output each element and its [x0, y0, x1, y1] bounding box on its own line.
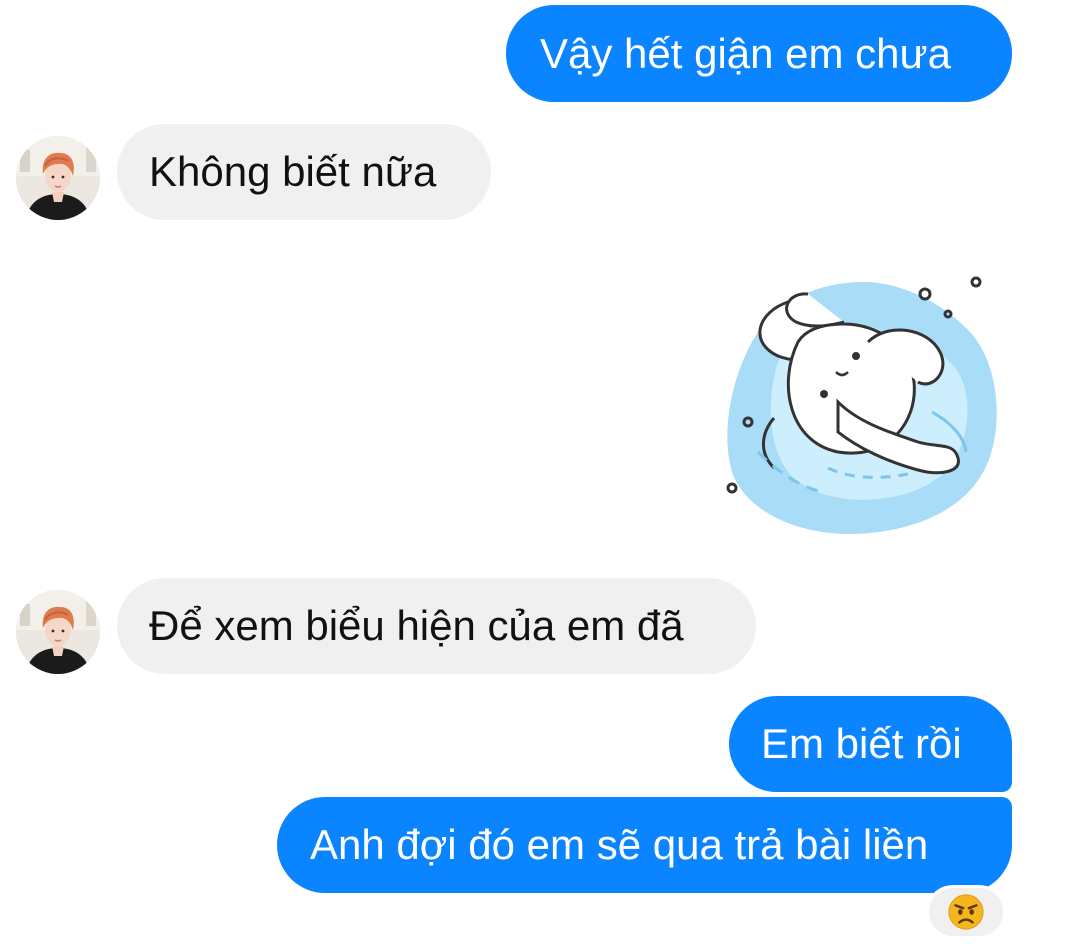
- message-thread: Vậy hết giận em chưa Không biết nữa Để x…: [0, 0, 1080, 947]
- contact-avatar[interactable]: [16, 136, 100, 220]
- splashing-bunny-sticker-icon: [726, 276, 997, 534]
- outgoing-message-bubble[interactable]: Anh đợi đó em sẽ qua trả bài liền: [277, 797, 1012, 893]
- outgoing-message-bubble[interactable]: Em biết rồi: [729, 696, 1012, 792]
- incoming-message-bubble[interactable]: Để xem biểu hiện của em đã: [117, 578, 756, 674]
- sticker-message[interactable]: [718, 272, 1008, 542]
- message-reaction[interactable]: [926, 885, 1006, 939]
- outgoing-message-bubble[interactable]: Vậy hết giận em chưa: [506, 5, 1012, 102]
- incoming-message-bubble[interactable]: Không biết nữa: [117, 124, 491, 220]
- message-text: Không biết nữa: [149, 148, 437, 195]
- contact-avatar[interactable]: [16, 590, 100, 674]
- angry-face-emoji-icon: [948, 894, 984, 930]
- message-text: Để xem biểu hiện của em đã: [149, 602, 684, 649]
- message-text: Em biết rồi: [761, 720, 962, 767]
- message-text: Anh đợi đó em sẽ qua trả bài liền: [310, 821, 929, 868]
- message-text: Vậy hết giận em chưa: [540, 29, 952, 77]
